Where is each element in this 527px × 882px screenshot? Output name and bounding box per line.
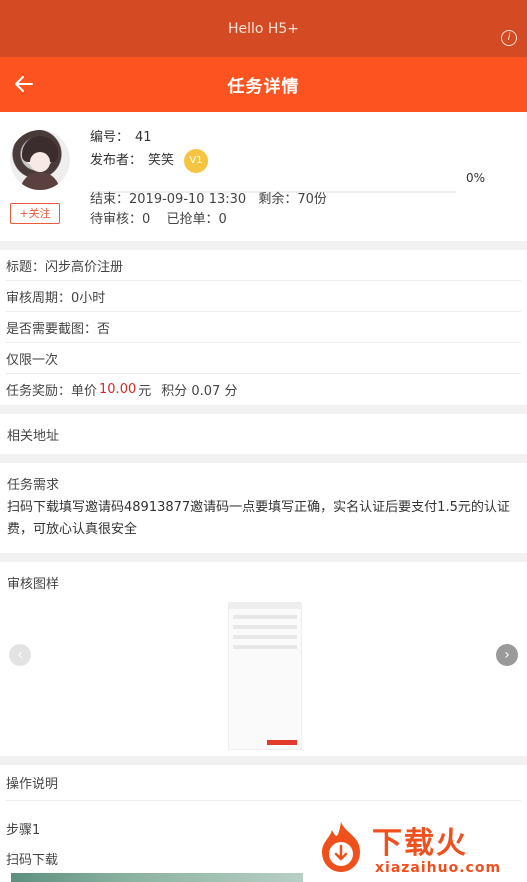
requirement-text: 扫码下载填写邀请码48913877邀请码一点要填写正确，实名认证后要支付1.5元… (7, 500, 510, 537)
review-sample-label: 审核图样 (7, 577, 60, 592)
publisher-name: 笑笑 (148, 153, 175, 168)
status-bar-title: Hello H5+ (227, 20, 300, 37)
end-label: 结束： (90, 192, 130, 207)
chevron-right-icon[interactable]: › (496, 644, 518, 666)
related-address[interactable]: 相关地址 (0, 414, 527, 454)
progress-text: 0% (466, 171, 486, 185)
sample-image[interactable] (228, 602, 302, 750)
detail-reward: 任务奖励：单价 10.00 元 积分 0.07 分 (6, 374, 521, 405)
flame-logo-icon (322, 822, 360, 872)
pending-value: 0 (142, 212, 151, 227)
remaining-value: 70份 (297, 192, 327, 207)
review-sample: 审核图样 ‹ › (0, 562, 527, 756)
nav-bar: 任务详情 (0, 57, 527, 112)
watermark: 下载火 xiazaihuo.com (310, 808, 527, 882)
info-icon[interactable]: i (501, 30, 517, 46)
status-bar: Hello H5+ i (0, 0, 527, 57)
watermark-cn: 下载火 (372, 826, 468, 861)
publisher-meta: 编号： 41 发布者： 笑笑 V1 (90, 126, 209, 173)
detail-review-period: 审核周期：0小时 (6, 281, 521, 312)
chevron-left-icon[interactable]: ‹ (9, 644, 31, 666)
id-value: 41 (135, 130, 152, 145)
reward-points: 积分 0.07 分 (161, 384, 238, 399)
task-details: 标题：闪步高价注册 审核周期：0小时 是否需要截图：否 仅限一次 任务奖励：单价… (0, 250, 527, 405)
task-requirement: 任务需求 扫码下载填写邀请码48913877邀请码一点要填写正确，实名认证后要支… (0, 463, 527, 553)
follow-button[interactable]: +关注 (10, 203, 60, 224)
detail-limit-once: 仅限一次 (6, 343, 521, 374)
detail-need-screenshot: 是否需要截图：否 (6, 312, 521, 343)
id-label: 编号： (90, 130, 130, 145)
remaining-label: 剩余： (258, 192, 298, 207)
reward-price: 10.00 (99, 382, 137, 397)
reward-prefix: 任务奖励：单价 (6, 384, 98, 399)
task-stats: 结束：2019-09-10 13:30 剩余：70份 待审核：0 已抢单：0 (90, 190, 327, 230)
ops-label: 操作说明 (6, 765, 521, 801)
arrow-left-icon[interactable] (12, 72, 36, 96)
publisher-label: 发布者： (90, 153, 143, 168)
grabbed-value: 0 (218, 212, 227, 227)
vip-badge: V1 (184, 148, 209, 173)
pending-label: 待审核： (90, 212, 143, 227)
requirement-label: 任务需求 (7, 478, 60, 493)
reward-unit: 元 (138, 384, 152, 399)
avatar[interactable] (10, 130, 70, 190)
watermark-en: xiazaihuo.com (375, 860, 502, 876)
end-value: 2019-09-10 13:30 (129, 192, 247, 207)
page-title: 任务详情 (227, 77, 300, 97)
step-1-image (11, 873, 303, 882)
detail-title: 标题：闪步高价注册 (6, 250, 521, 281)
grabbed-label: 已抢单： (166, 212, 219, 227)
